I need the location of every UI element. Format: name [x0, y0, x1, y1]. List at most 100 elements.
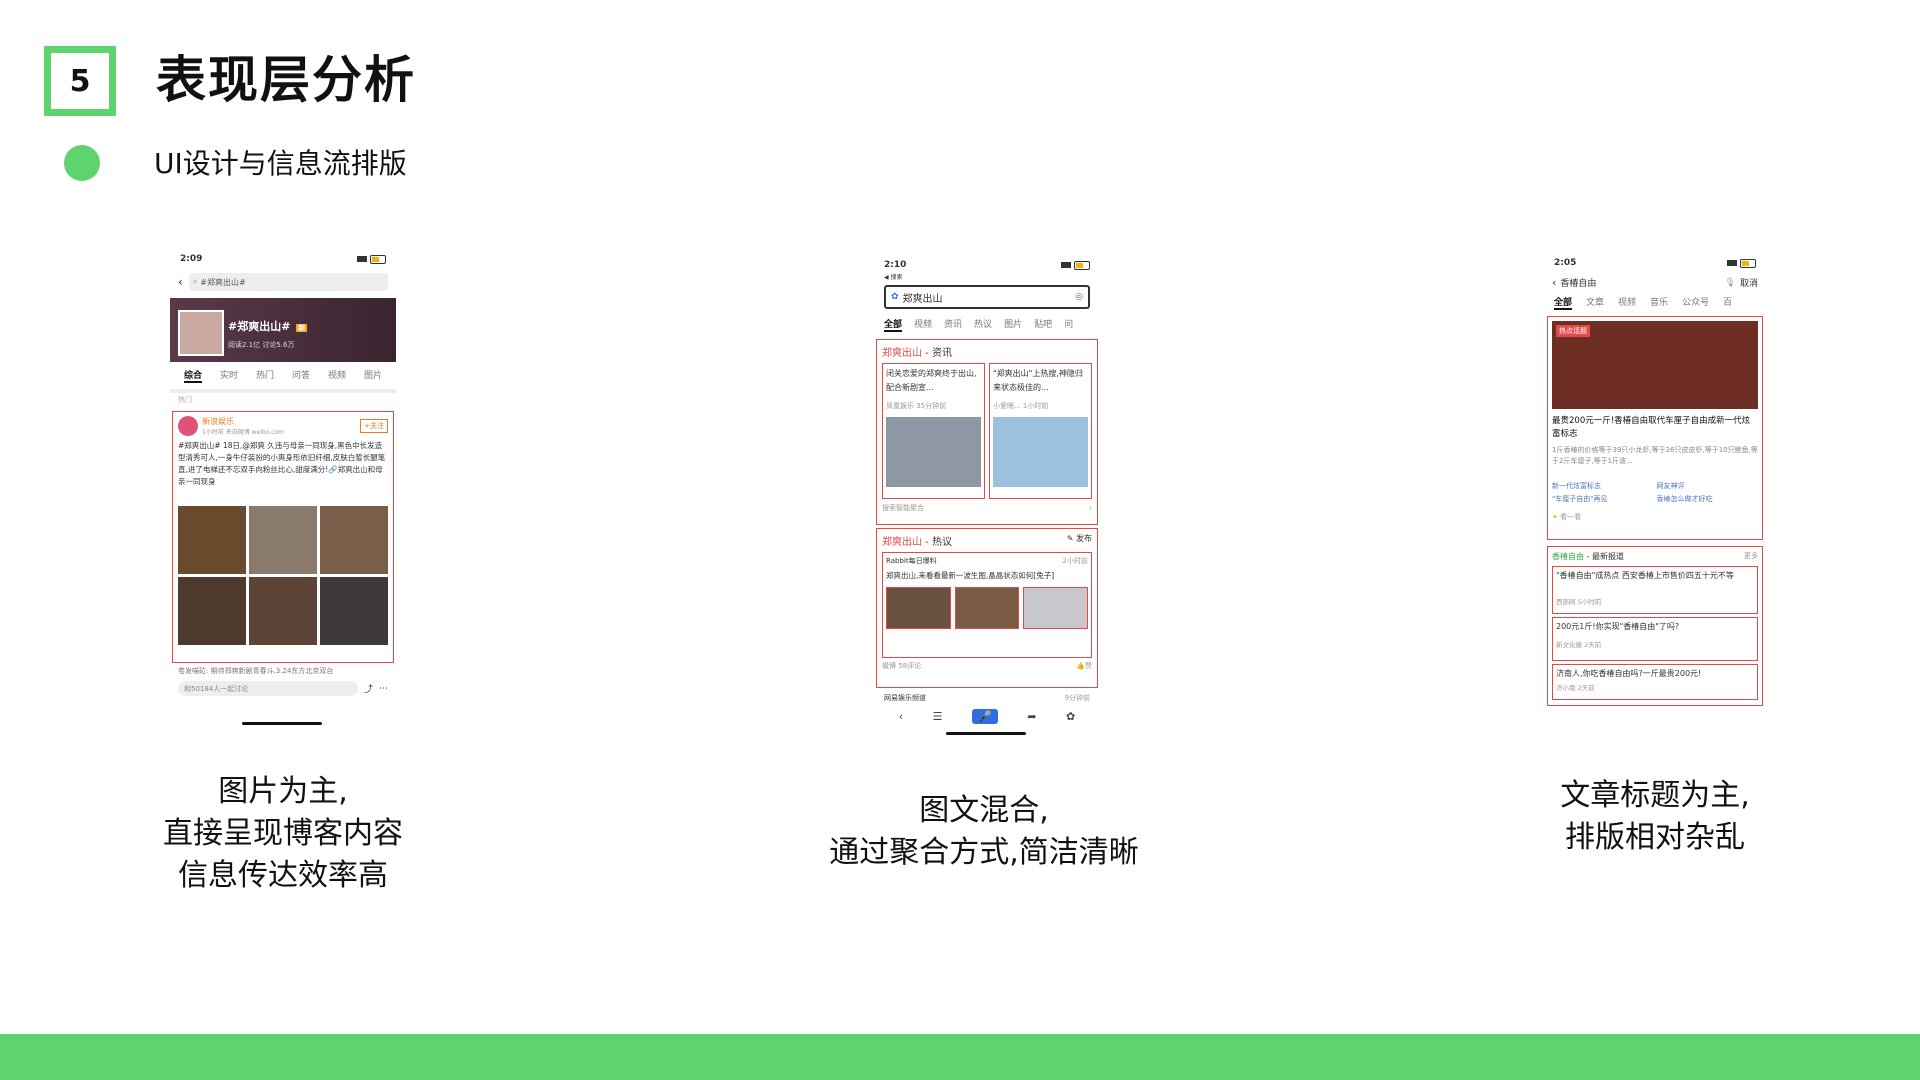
tab-all[interactable]: 全部 — [884, 317, 903, 332]
post-image[interactable] — [249, 577, 317, 645]
tab-video[interactable]: 视频 — [328, 368, 346, 383]
camera-icon[interactable]: ◎ — [1075, 292, 1083, 302]
tab-music[interactable]: 音乐 — [1650, 295, 1668, 310]
tab-images[interactable]: 图片 — [364, 368, 382, 383]
baidu-tabs: 全部 视频 资讯 热议 图片 贴吧 问 — [874, 313, 1100, 336]
latest-news-highlight: 香椿自由 - 最新报道 更多 "香椿自由"成热点 西安香椿上市售价四五十元不等 … — [1547, 546, 1763, 706]
baidu-screenshot: 2:10 ◀ 搜索 ✿ 郑爽出山 ◎ 全部 视频 资讯 热议 图片 贴吧 问 郑… — [874, 258, 1100, 738]
paw-icon: ✿ — [891, 292, 899, 302]
post-meta: 1小时前 来自微博 weibo.com — [202, 429, 284, 436]
tab-qa[interactable]: 问答 — [292, 368, 310, 383]
battery-icon — [370, 254, 386, 264]
page-title: 表现层分析 — [156, 51, 416, 109]
poster-avatar — [178, 416, 198, 436]
hot-item[interactable]: Rabbit每日爆料 2小时前 郑爽出山,来看看最新一波生图,晶晶状态如何[兔子… — [882, 552, 1092, 658]
search-input[interactable]: 香椿自由 — [1560, 276, 1720, 289]
tab-images[interactable]: 图片 — [1004, 317, 1022, 332]
paw-home-icon[interactable]: ✿ — [1066, 710, 1075, 723]
comment-input[interactable]: 和50184人一起讨论 — [178, 681, 358, 696]
post-image[interactable] — [178, 577, 246, 645]
news-item[interactable]: 闭关恋爱的郑爽终于出山,配合新剧宣... 凤凰娱乐 35分钟前 — [882, 363, 985, 499]
post-text: #郑爽出山# 18日,@郑爽 久违与母亲一同现身,黑色中长发造型清秀可人,一身牛… — [178, 441, 386, 486]
status-bar: 2:05 — [1544, 252, 1766, 274]
slide-number-box: 5 — [44, 46, 116, 116]
news-more-label[interactable]: 搜索智能聚合 — [882, 503, 924, 513]
tab-more[interactable]: 百 — [1723, 295, 1732, 310]
post-image[interactable] — [320, 577, 388, 645]
menu-icon[interactable]: ☰ — [933, 710, 943, 723]
related-links: 新一代炫富标志 网友神评 "车厘子自由"再见 香椿怎么做才好吃 — [1552, 482, 1713, 503]
status-bar: 2:09 — [170, 248, 396, 270]
hot-card-title: 郑爽出山 — [882, 537, 922, 548]
news-image — [886, 417, 981, 487]
look-icon: ✦ — [1552, 513, 1558, 521]
news-card-title: 郑爽出山 — [882, 348, 922, 359]
battery-icon — [1740, 258, 1756, 268]
cancel-button[interactable]: 取消 — [1740, 276, 1758, 289]
tab-video[interactable]: 视频 — [1618, 295, 1636, 310]
weibo-screenshot: 2:09 ‹ ⌕ #郑爽出山# #郑爽出山# 新 阅读2.1亿 讨论5.6万 综… — [170, 248, 396, 728]
home-indicator — [242, 722, 322, 725]
tab-accounts[interactable]: 公众号 — [1682, 295, 1709, 310]
back-icon[interactable]: ‹ — [1552, 276, 1556, 289]
publish-button[interactable]: ✎ 发布 — [1067, 533, 1092, 548]
news-item[interactable]: "香椿自由"成热点 西安香椿上市售价四五十元不等 西部网 5小时前 — [1552, 566, 1758, 614]
article-title[interactable]: 最贵200元一斤!香椿自由取代车厘子自由成新一代炫富标志 — [1552, 415, 1758, 441]
weibo-post-highlight: 新浪娱乐 1小时前 来自微博 weibo.com +关注 #郑爽出山# 18日,… — [172, 411, 394, 663]
like-button[interactable]: 👍赞 — [1076, 661, 1092, 671]
battery-icon — [1074, 260, 1090, 270]
news-item[interactable]: "郑爽出山"上热搜,神隐归来状态极佳的... 小爱眼... 1小时前 — [989, 363, 1092, 499]
voice-icon[interactable]: 🎤 — [972, 709, 998, 724]
tab-video[interactable]: 视频 — [914, 317, 932, 332]
topic-stats: 阅读2.1亿 讨论5.6万 — [228, 341, 295, 349]
thumbs-up-icon: 👍 — [1076, 662, 1085, 670]
hot-badge: 热点话题 — [1556, 325, 1590, 337]
tab-all[interactable]: 全部 — [1554, 295, 1573, 310]
post-image[interactable] — [249, 506, 317, 574]
page-subtitle: UI设计与信息流排版 — [154, 147, 407, 180]
tab-all[interactable]: 综合 — [184, 368, 202, 383]
news-card-highlight: 郑爽出山 - 资讯 闭关恋爱的郑爽终于出山,配合新剧宣... 凤凰娱乐 35分钟… — [876, 339, 1098, 525]
home-indicator — [946, 732, 1026, 735]
tab-hot[interactable]: 热门 — [256, 368, 274, 383]
more-icon[interactable]: ⋯ — [379, 684, 388, 694]
follow-button[interactable]: +关注 — [360, 419, 388, 433]
post-image[interactable] — [178, 506, 246, 574]
article-body: 1斤香椿的价格等于39只小龙虾,等于26只皮皮虾,等于10只鲍鱼,等于2斤车厘子… — [1552, 446, 1758, 465]
back-icon[interactable]: ‹ — [178, 275, 183, 289]
news-item[interactable]: 200元1斤!你实现"香椿自由"了吗? 新文化报 2天前 — [1552, 617, 1758, 661]
section-label: 热门 — [170, 389, 396, 407]
news-item[interactable]: 济南人,你吃香椿自由吗?一斤最贵200元! 济小南 2天前 — [1552, 664, 1758, 700]
more-link[interactable]: 更多 — [1744, 551, 1758, 562]
hot-image — [886, 587, 951, 629]
footer-bar — [0, 1034, 1920, 1080]
news-image — [993, 417, 1088, 487]
search-input[interactable]: ⌕ #郑爽出山# — [188, 273, 388, 291]
tab-articles[interactable]: 文章 — [1586, 295, 1604, 310]
signal-icon — [1727, 260, 1737, 266]
search-input[interactable]: ✿ 郑爽出山 ◎ — [884, 285, 1090, 309]
mic-icon[interactable]: 🎙 — [1725, 278, 1736, 288]
topic-badge: 新 — [296, 324, 308, 332]
back-icon[interactable]: ‹ — [899, 710, 903, 723]
hot-topic-image[interactable]: 热点话题 — [1552, 321, 1758, 409]
tab-tieba[interactable]: 贴吧 — [1034, 317, 1052, 332]
tab-discussion[interactable]: 热议 — [974, 317, 992, 332]
poster-name[interactable]: 新浪娱乐 — [202, 416, 356, 427]
slide-number: 5 — [69, 63, 91, 99]
tab-more[interactable]: 问 — [1064, 317, 1073, 332]
caption-left: 图片为主, 直接呈现博客内容 信息传达效率高 — [163, 774, 403, 893]
share-icon[interactable]: ⤴ — [364, 682, 373, 695]
share-icon[interactable]: ➦ — [1027, 710, 1036, 723]
post-image-grid — [178, 506, 388, 645]
hot-image — [1023, 587, 1089, 629]
post-image[interactable] — [320, 506, 388, 574]
wechat-tabs: 全部 文章 视频 音乐 公众号 百 — [1544, 291, 1766, 314]
caption-right: 文章标题为主, 排版相对杂乱 — [1560, 778, 1750, 855]
wechat-screenshot: 2:05 ‹ 香椿自由 🎙 取消 全部 文章 视频 音乐 公众号 百 热点话题 … — [1544, 252, 1766, 728]
back-label[interactable]: ◀ 搜索 — [874, 272, 1100, 281]
chevron-right-icon[interactable]: › — [1089, 503, 1092, 513]
caption-middle: 图文混合, 通过聚合方式,简洁清晰 — [829, 793, 1139, 870]
tab-news[interactable]: 资讯 — [944, 317, 962, 332]
tab-realtime[interactable]: 实时 — [220, 368, 238, 383]
